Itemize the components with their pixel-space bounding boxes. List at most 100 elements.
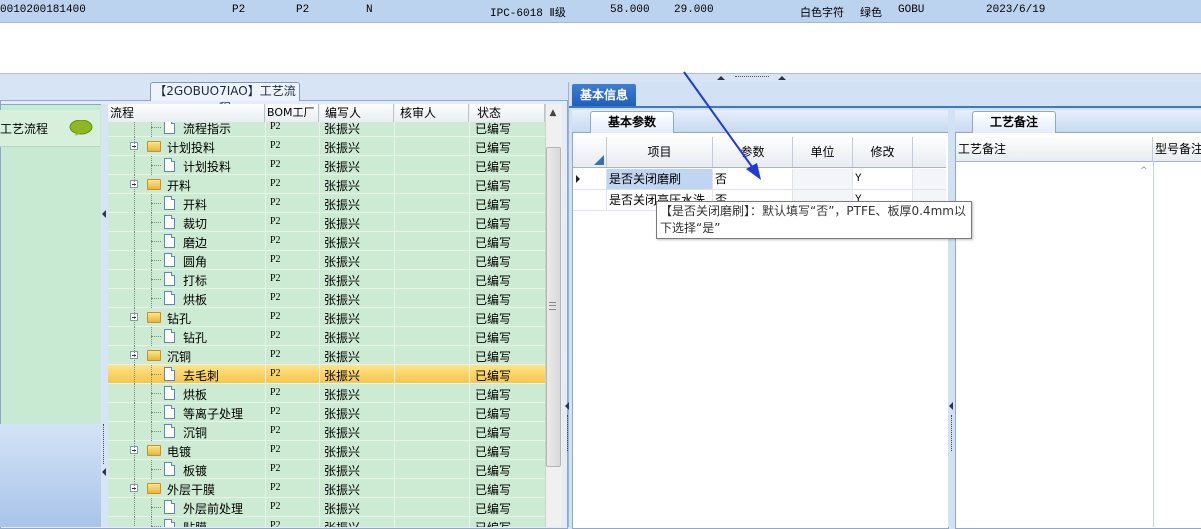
category-sidebar: [0, 104, 103, 426]
document-icon: [164, 272, 175, 286]
param-item[interactable]: 是否关闭磨刷: [607, 169, 713, 189]
process-tree-grid: 流程指示 P2 张振兴 已编写 计划投料 P2 张振兴 已编写 计划投料 P2 张振兴 已编写 开料 P2…: [108, 122, 545, 527]
row-selector-header[interactable]: [573, 137, 607, 167]
folder-icon: [147, 483, 161, 494]
tree-row[interactable]: 裁切 P2 张振兴 已编写: [108, 213, 545, 232]
speech-bubble-icon: [69, 120, 93, 136]
tree-row-name: 打标: [183, 274, 208, 288]
col-header-item[interactable]: 项目: [607, 137, 713, 167]
tree-row-status: 已编写: [475, 141, 512, 155]
tab-process-remarks[interactable]: 工艺备注: [972, 111, 1056, 133]
col-header-model-remarks[interactable]: 型号备注: [1153, 137, 1201, 161]
tree-row-writer: 张振兴: [324, 312, 361, 326]
record-date: 2023/6/19: [986, 4, 1046, 16]
tooltip-line: 下选择“是”: [660, 221, 721, 235]
tree-row-writer: 张振兴: [324, 369, 361, 383]
tree-row[interactable]: 贴膜 P2 张振兴 已编写: [108, 517, 545, 527]
tree-row-name: 磨边: [183, 236, 208, 250]
param-unit[interactable]: [793, 169, 853, 189]
record-value: 29.000: [674, 4, 714, 16]
tree-row[interactable]: 烘板 P2 张振兴 已编写: [108, 384, 545, 403]
tree-row-writer: 张振兴: [324, 141, 361, 155]
tree-row-name: 板镀: [183, 464, 208, 478]
tree-row-writer: 张振兴: [324, 331, 361, 345]
tree-row[interactable]: 打标 P2 张振兴 已编写: [108, 270, 545, 289]
material-standard: IPC-6018 Ⅱ级: [490, 8, 566, 20]
tree-row[interactable]: 等离子处理 P2 张振兴 已编写: [108, 403, 545, 422]
tab-basic-params[interactable]: 基本参数: [590, 111, 674, 133]
tree-row[interactable]: 计划投料 P2 张振兴 已编写: [108, 137, 545, 156]
tree-row[interactable]: 沉铜 P2 张振兴 已编写: [108, 422, 545, 441]
panel-splitter[interactable]: [563, 110, 571, 527]
tree-row-factory: P2: [270, 349, 281, 360]
tree-row-name: 烘板: [183, 388, 208, 402]
tree-row[interactable]: 计划投料 P2 张振兴 已编写: [108, 156, 545, 175]
tree-row[interactable]: 外层干膜 P2 张振兴 已编写: [108, 479, 545, 498]
record-code: GOBU: [898, 4, 925, 16]
tooltip-line: 【是否关闭磨刷】：默认填写“否”，PTFE、板厚0.4mm以: [660, 204, 966, 218]
tree-row[interactable]: 钻孔 P2 张振兴 已编写: [108, 308, 545, 327]
tree-row-factory: P2: [270, 330, 281, 341]
remarks-scroll-up-arrow[interactable]: ^: [1140, 166, 1148, 176]
horizontal-splitter[interactable]: [0, 74, 1201, 82]
tree-row-factory: P2: [270, 178, 281, 189]
document-icon: [164, 158, 175, 172]
tree-row-factory: P2: [270, 216, 281, 227]
selected-record-row[interactable]: 0010200181400 P2 P2 N IPC-6018 Ⅱ级 58.000…: [0, 0, 1201, 23]
document-icon: [164, 500, 175, 514]
tree-row-name: 钻孔: [167, 312, 192, 326]
tree-row[interactable]: 电镀 P2 张振兴 已编写: [108, 441, 545, 460]
order-number: 0010200181400: [0, 4, 86, 16]
col-header-process-remarks[interactable]: 工艺备注: [956, 137, 1153, 161]
tab-strip-underline: [569, 106, 1201, 108]
tree-row[interactable]: 流程指示 P2 张振兴 已编写: [108, 122, 545, 137]
tree-row-status: 已编写: [475, 483, 512, 497]
col-header-reviewer[interactable]: 核审人: [394, 104, 469, 122]
tree-row-status: 已编写: [475, 502, 512, 516]
param-row[interactable]: 是否关闭磨刷 否 Y: [573, 169, 946, 190]
tree-row-status: 已编写: [475, 217, 512, 231]
tree-row-status: 已编写: [475, 160, 512, 174]
tree-row[interactable]: 开料 P2 张振兴 已编写: [108, 194, 545, 213]
tree-row-status: 已编写: [475, 122, 512, 136]
col-header-param[interactable]: 参数: [713, 137, 793, 167]
param-value[interactable]: 否: [713, 169, 793, 189]
tree-row-writer: 张振兴: [324, 274, 361, 288]
tree-row-factory: P2: [270, 235, 281, 246]
scroll-up-arrow[interactable]: ▲: [545, 106, 561, 120]
tree-row-name: 钻孔: [183, 331, 208, 345]
document-icon: [164, 215, 175, 229]
sidebar-splitter[interactable]: [101, 104, 108, 527]
tree-row[interactable]: 板镀 P2 张振兴 已编写: [108, 460, 545, 479]
document-icon: [164, 291, 175, 305]
col-header-writer[interactable]: 编写人: [319, 104, 394, 122]
folder-icon: [147, 179, 161, 190]
tab-basic-info[interactable]: 基本信息: [572, 84, 636, 106]
tree-row[interactable]: 磨边 P2 张振兴 已编写: [108, 232, 545, 251]
tree-row[interactable]: 外层前处理 P2 张振兴 已编写: [108, 498, 545, 517]
tree-row-status: 已编写: [475, 519, 511, 527]
tree-row[interactable]: 烘板 P2 张振兴 已编写: [108, 289, 545, 308]
col-header-bom-factory[interactable]: BOM工厂: [265, 104, 319, 122]
col-header-flow[interactable]: 流程: [108, 104, 265, 122]
tree-row-name: 等离子处理: [183, 407, 244, 421]
col-header-unit[interactable]: 单位: [793, 137, 853, 167]
row-selector[interactable]: [573, 190, 607, 210]
folder-icon: [147, 141, 161, 152]
remarks-splitter[interactable]: [948, 110, 955, 527]
process-remarks-panel: [955, 110, 1201, 529]
tree-row-status: 已编写: [475, 179, 512, 193]
tree-row-status: 已编写: [475, 369, 512, 383]
tree-row[interactable]: 沉铜 P2 张振兴 已编写: [108, 346, 545, 365]
tree-row-writer: 张振兴: [324, 293, 361, 307]
tree-row[interactable]: 去毛刺 P2 张振兴 已编写: [108, 365, 545, 384]
tree-row[interactable]: 开料 P2 张振兴 已编写: [108, 175, 545, 194]
tree-row-factory: P2: [270, 482, 281, 493]
tree-row-writer: 张振兴: [324, 388, 361, 402]
tree-row[interactable]: 圆角 P2 张振兴 已编写: [108, 251, 545, 270]
col-header-modified[interactable]: 修改: [853, 137, 913, 167]
col-header-status[interactable]: 状态: [469, 104, 545, 122]
tree-row[interactable]: 钻孔 P2 张振兴 已编写: [108, 327, 545, 346]
tree-row-factory: P2: [270, 406, 281, 417]
tree-row-status: 已编写: [475, 198, 512, 212]
